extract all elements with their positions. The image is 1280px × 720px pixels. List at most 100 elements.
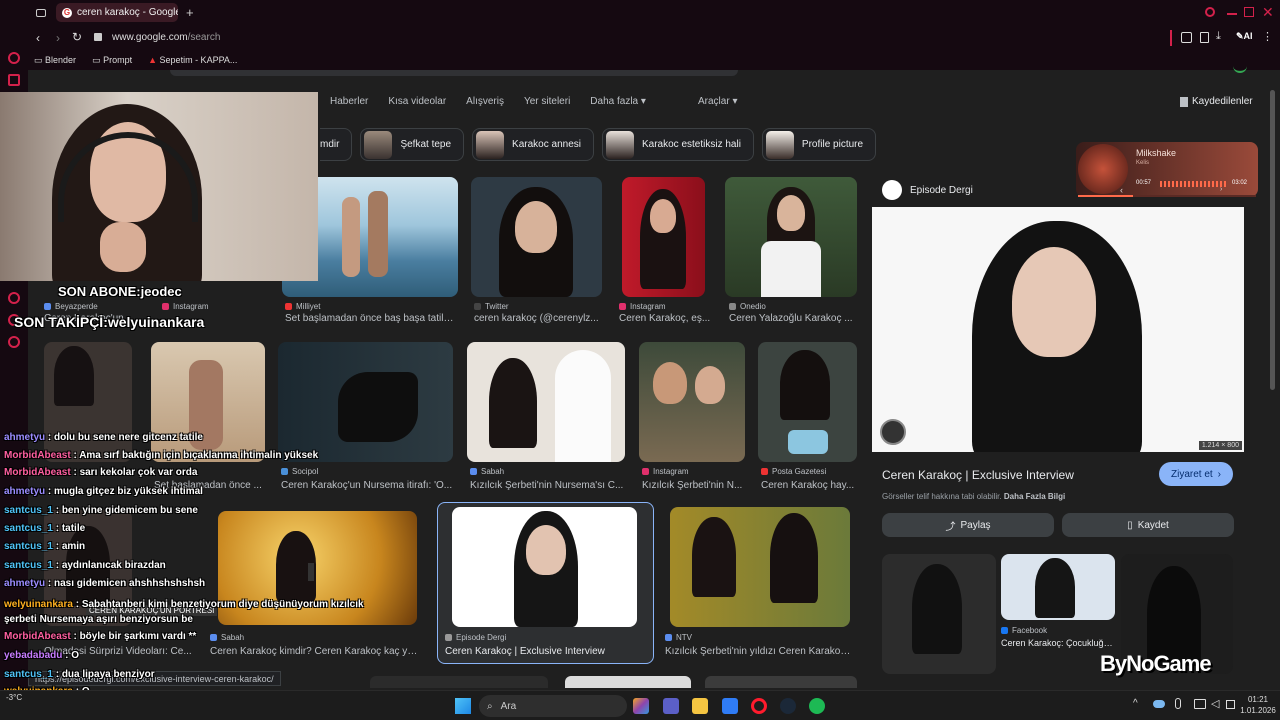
- steam-icon[interactable]: [780, 698, 796, 714]
- notice-link[interactable]: Daha Fazla Bilgi: [1004, 492, 1065, 501]
- result-caption[interactable]: Kızılcık Şerbeti'nin Nursema'sı C...: [470, 480, 625, 491]
- result-image[interactable]: [151, 342, 265, 462]
- chip-estetiksiz[interactable]: Karakoc estetiksiz hali: [601, 128, 754, 161]
- result-caption[interactable]: Kızılcık Şerbeti'nin N...: [642, 480, 745, 491]
- spotify-icon[interactable]: [809, 698, 825, 714]
- result-caption[interactable]: Ceren Karakoç kimdir? Ceren Karakoç kaç …: [210, 646, 422, 657]
- search-tabs-icon[interactable]: [1205, 7, 1215, 17]
- teams-icon[interactable]: [663, 698, 679, 714]
- download-icon[interactable]: ⤓: [1216, 30, 1221, 43]
- chip-profile-picture[interactable]: Profile picture: [761, 128, 877, 161]
- result-source: Sabah: [470, 467, 570, 476]
- result-caption[interactable]: Ceren Karakoç hay...: [761, 480, 857, 491]
- tray-mic-icon[interactable]: [1175, 698, 1181, 709]
- result-image[interactable]: [471, 177, 602, 297]
- url-field[interactable]: www.google.com/search: [112, 32, 220, 43]
- chip-annesi[interactable]: Karakoc annesi: [472, 128, 594, 161]
- page-scrollbar[interactable]: [1270, 90, 1275, 390]
- tab-news[interactable]: Haberler: [330, 96, 368, 107]
- result-caption[interactable]: ceren karakoç (@cerenylz...: [474, 313, 602, 324]
- explorer-icon[interactable]: [692, 698, 708, 714]
- chat-text: O: [71, 650, 80, 661]
- result-image[interactable]: [622, 177, 705, 297]
- related-caption[interactable]: Ceren Karakoç: Çocukluğu...: [1001, 638, 1115, 648]
- result-image[interactable]: [670, 507, 850, 627]
- hair-shape: [770, 513, 818, 603]
- tab-more[interactable]: Daha fazla ▾: [590, 96, 646, 107]
- todo-icon[interactable]: [722, 698, 738, 714]
- forward-icon[interactable]: ›: [56, 31, 60, 45]
- sidebar-extensions-icon[interactable]: [8, 74, 20, 86]
- tab-shopping[interactable]: Alışveriş: [466, 96, 504, 107]
- weather-widget[interactable]: -3°C: [6, 693, 22, 702]
- save-button[interactable]: ▯ Kaydet: [1062, 513, 1234, 537]
- result-caption[interactable]: Kızılcık Şerbeti'nin yıldızı Ceren Karak…: [665, 646, 855, 657]
- panel-source[interactable]: Episode Dergi: [882, 180, 973, 200]
- chat-username: welyuinankara: [4, 599, 73, 610]
- result-image-selected[interactable]: [452, 507, 637, 627]
- chip-label: Şefkat tepe: [400, 139, 452, 150]
- result-caption[interactable]: Ceren Yalazoğlu Karakoç ...: [729, 313, 855, 324]
- bookmark-kappa[interactable]: ▲ Sepetim - KAPPA...: [148, 55, 237, 65]
- result-image-partial[interactable]: [565, 676, 691, 688]
- next-icon[interactable]: ›: [1220, 186, 1222, 193]
- new-tab-button[interactable]: +: [186, 5, 194, 20]
- result-image-partial[interactable]: [370, 676, 548, 688]
- chip-kimdir[interactable]: mdir: [320, 128, 353, 161]
- reload-icon[interactable]: ↻: [72, 30, 82, 44]
- bookmark-blender[interactable]: ▭ Blender: [34, 55, 76, 66]
- result-image[interactable]: [725, 177, 857, 297]
- related-image[interactable]: [1001, 554, 1115, 620]
- close-window-button[interactable]: ✕: [1262, 4, 1274, 21]
- minimize-button[interactable]: [1227, 13, 1237, 15]
- tray-volume-icon[interactable]: ◁: [1211, 697, 1219, 710]
- taskbar-search[interactable]: ⌕ Ara: [479, 695, 627, 717]
- result-image[interactable]: [278, 342, 453, 462]
- result-image[interactable]: [44, 342, 132, 462]
- sidebar-history-icon[interactable]: [8, 52, 20, 64]
- saved-button[interactable]: Kaydedilenler: [1180, 96, 1253, 107]
- tab-short-videos[interactable]: Kısa videolar: [388, 96, 446, 107]
- chip-sefkat-tepe[interactable]: Şefkat tepe: [360, 128, 465, 161]
- workspaces-icon[interactable]: [36, 9, 46, 17]
- share-button[interactable]: ⤴ Paylaş: [882, 513, 1054, 537]
- panel-title[interactable]: Ceren Karakoç | Exclusive Interview: [882, 468, 1074, 482]
- result-image[interactable]: [758, 342, 857, 462]
- visit-button[interactable]: Ziyaret et ›: [1159, 462, 1233, 486]
- bookmark-prompt[interactable]: ▭ Prompt: [92, 55, 132, 66]
- sidebar-settings-icon[interactable]: [8, 336, 20, 348]
- clock[interactable]: 01:21 1.01.2026: [1238, 694, 1278, 716]
- opera-taskbar-icon[interactable]: [751, 698, 767, 714]
- maximize-button[interactable]: [1244, 7, 1254, 17]
- google-apps-icon[interactable]: [1233, 66, 1247, 73]
- last-subscriber: SON ABONE:jeodec: [58, 284, 182, 299]
- result-image[interactable]: [467, 342, 625, 462]
- prev-icon[interactable]: ‹: [1120, 185, 1123, 195]
- sidebar-clock-icon[interactable]: [8, 292, 20, 304]
- tools-button[interactable]: Araçlar ▾: [698, 96, 738, 107]
- start-icon[interactable]: [455, 698, 471, 714]
- result-image[interactable]: [639, 342, 745, 462]
- aria-ai-icon[interactable]: ✎AI: [1236, 31, 1253, 42]
- menu-icon[interactable]: ⋮: [1262, 30, 1273, 43]
- result-caption[interactable]: Ceren Karakoç | Exclusive Interview: [445, 646, 650, 657]
- related-image[interactable]: [882, 554, 996, 674]
- share-icon[interactable]: [1200, 32, 1209, 43]
- tray-network-icon[interactable]: [1194, 699, 1206, 709]
- tab-google-search[interactable]: G ceren karakoç - Google'da: [56, 3, 178, 22]
- browser-tab-bar: G ceren karakoç - Google'da + ✕: [0, 0, 1280, 26]
- back-icon[interactable]: ‹: [36, 31, 40, 45]
- snapshot-icon[interactable]: [1181, 32, 1192, 43]
- panel-main-image[interactable]: 1.214 × 800: [872, 207, 1244, 452]
- waveform[interactable]: [1160, 181, 1228, 187]
- result-caption[interactable]: Ceren Karakoç'un Nursema itirafı: 'O...: [281, 480, 453, 491]
- copilot-icon[interactable]: [633, 698, 649, 714]
- result-caption[interactable]: Ceren Karakoç, eş...: [619, 313, 713, 324]
- tray-chevron-icon[interactable]: ^: [1133, 698, 1138, 709]
- tab-places[interactable]: Yer siteleri: [524, 96, 570, 107]
- tray-cloud-icon[interactable]: [1153, 700, 1165, 708]
- tray-battery-icon[interactable]: [1226, 700, 1235, 709]
- lens-icon[interactable]: [880, 419, 906, 445]
- result-image-partial[interactable]: [705, 676, 857, 688]
- result-caption[interactable]: Set başlamadan önce baş başa tatil! ...: [285, 313, 455, 324]
